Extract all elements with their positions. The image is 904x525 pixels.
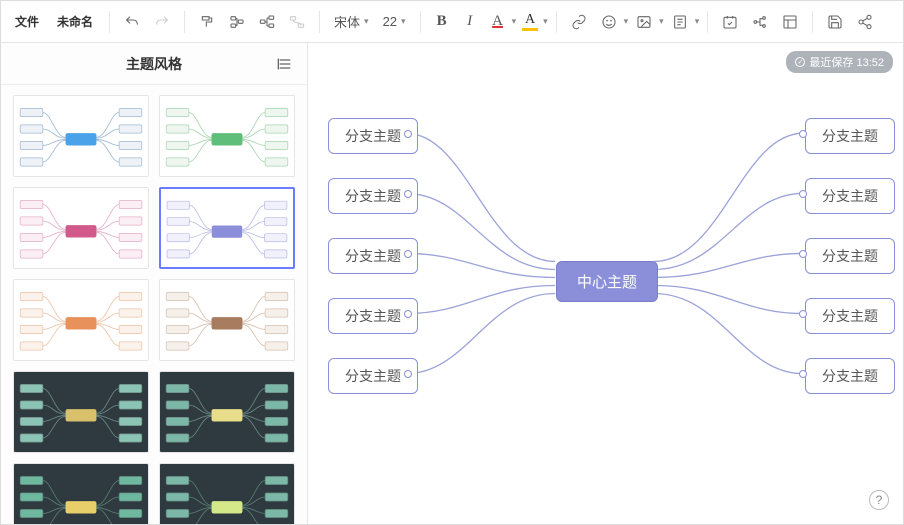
redo-icon[interactable] xyxy=(148,8,176,36)
underline-button[interactable]: A▾ xyxy=(485,9,517,35)
relation-icon[interactable] xyxy=(283,8,311,36)
note-icon[interactable]: ▾ xyxy=(666,8,700,36)
node-connector-dot xyxy=(799,190,807,198)
bold-button[interactable]: B xyxy=(429,9,455,35)
branch-topic-node[interactable]: 分支主题 xyxy=(805,238,895,274)
theme-option-8[interactable] xyxy=(13,463,149,524)
structure-icon[interactable] xyxy=(746,8,774,36)
collapse-icon[interactable] xyxy=(275,54,295,74)
node-connector-dot xyxy=(404,130,412,138)
child-topic-icon[interactable] xyxy=(253,8,281,36)
link-icon[interactable] xyxy=(565,8,593,36)
emoji-icon[interactable]: ▾ xyxy=(595,8,629,36)
theme-option-2[interactable] xyxy=(13,187,149,269)
theme-option-4[interactable] xyxy=(13,279,149,361)
document-title[interactable]: 未命名 xyxy=(49,9,101,34)
theme-option-7[interactable] xyxy=(159,371,295,453)
theme-option-1[interactable] xyxy=(159,95,295,177)
image-icon[interactable]: ▾ xyxy=(630,8,664,36)
undo-icon[interactable] xyxy=(118,8,146,36)
top-toolbar: 文件 未命名 宋体▾ 22▾ B I A▾ A▾ ▾ ▾ ▾ xyxy=(1,1,903,43)
node-connector-dot xyxy=(404,310,412,318)
save-icon[interactable] xyxy=(821,8,849,36)
branch-topic-node[interactable]: 分支主题 xyxy=(805,298,895,334)
node-connector-dot xyxy=(799,310,807,318)
font-size-select[interactable]: 22▾ xyxy=(377,12,412,31)
font-family-select[interactable]: 宋体▾ xyxy=(328,10,375,33)
theme-option-3[interactable] xyxy=(159,187,295,269)
node-connector-dot xyxy=(799,130,807,138)
node-connector-dot xyxy=(404,250,412,258)
node-connector-dot xyxy=(404,370,412,378)
sibling-topic-icon[interactable] xyxy=(223,8,251,36)
help-icon[interactable]: ? xyxy=(869,490,889,510)
italic-button[interactable]: I xyxy=(457,9,483,35)
task-icon[interactable] xyxy=(716,8,744,36)
node-connector-dot xyxy=(404,190,412,198)
branch-topic-node[interactable]: 分支主题 xyxy=(805,118,895,154)
text-color-button[interactable]: A▾ xyxy=(518,11,548,33)
theme-option-0[interactable] xyxy=(13,95,149,177)
branch-topic-node[interactable]: 分支主题 xyxy=(805,358,895,394)
theme-option-5[interactable] xyxy=(159,279,295,361)
node-connector-dot xyxy=(799,250,807,258)
layout-icon[interactable] xyxy=(776,8,804,36)
theme-option-6[interactable] xyxy=(13,371,149,453)
center-topic-node[interactable]: 中心主题 xyxy=(556,261,658,302)
format-painter-icon[interactable] xyxy=(193,8,221,36)
theme-sidebar: 主题风格 xyxy=(1,43,308,524)
file-menu[interactable]: 文件 xyxy=(7,9,47,34)
sidebar-title: 主题风格 xyxy=(126,54,182,74)
node-connector-dot xyxy=(799,370,807,378)
mindmap-canvas[interactable]: ✓最近保存 13:52 中心主题 分支主题分支主题分支主题分支主题分支主题分支主… xyxy=(308,43,903,524)
branch-topic-node[interactable]: 分支主题 xyxy=(805,178,895,214)
share-icon[interactable] xyxy=(851,8,879,36)
theme-option-9[interactable] xyxy=(159,463,295,524)
